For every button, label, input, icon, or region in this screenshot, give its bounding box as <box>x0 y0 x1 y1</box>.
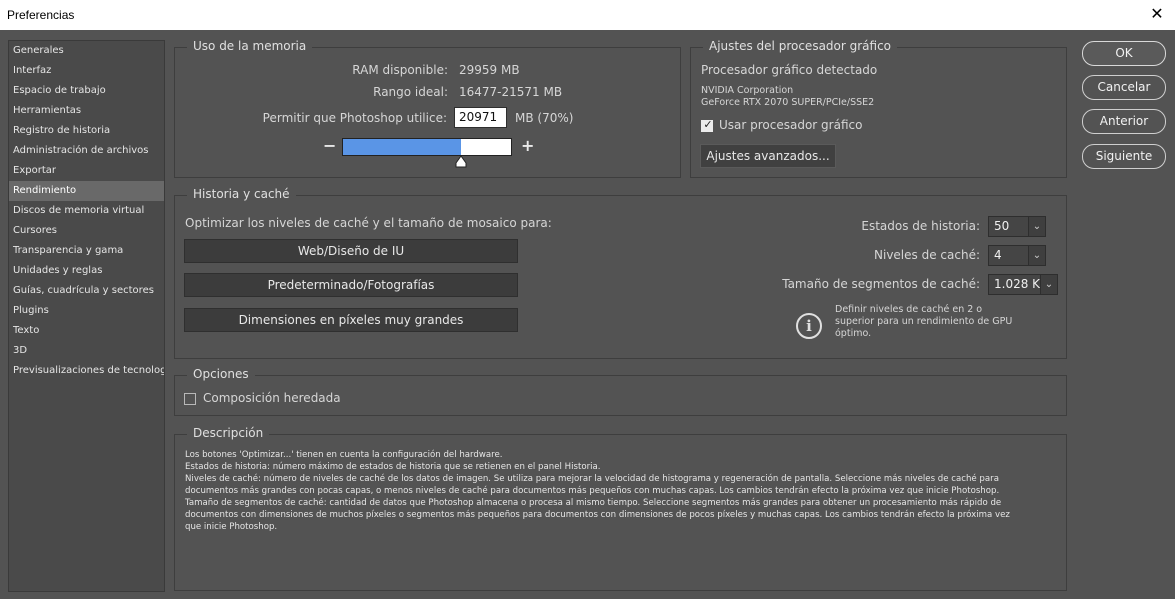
sidebar-item[interactable]: Administración de archivos <box>9 141 164 161</box>
sidebar-item[interactable]: Registro de historia <box>9 121 164 141</box>
optimize-web-ui-button[interactable]: Web/Diseño de IU <box>184 239 518 263</box>
info-icon: i <box>796 313 822 339</box>
gpu-detected-label: Procesador gráfico detectado <box>701 63 878 77</box>
sidebar-item[interactable]: Previsualizaciones de tecnología <box>9 361 164 381</box>
description-line: documentos más grandes con pocas capas, … <box>185 486 1000 496</box>
description-group: Descripción Los botones 'Optimizar...' t… <box>174 426 1067 591</box>
history-states-value: 50 <box>994 219 1010 233</box>
gpu-vendor: NVIDIA Corporation <box>701 85 794 96</box>
next-button[interactable]: Siguiente <box>1082 144 1166 169</box>
memory-usage-group: Uso de la memoria RAM disponible: 29959 … <box>174 39 681 178</box>
ram-available-label: RAM disponible: <box>352 63 448 77</box>
sidebar-item[interactable]: Unidades y reglas <box>9 261 164 281</box>
decrease-memory-button[interactable]: − <box>323 136 336 155</box>
increase-memory-button[interactable]: + <box>521 136 534 155</box>
sidebar-item[interactable]: Discos de memoria virtual <box>9 201 164 221</box>
sidebar-list: Generales Interfaz Espacio de trabajo Herra… <box>9 41 164 381</box>
title-bar: Preferencias ✕ <box>0 0 1175 30</box>
legacy-compositing-checkbox[interactable] <box>184 393 196 405</box>
memory-slider[interactable] <box>342 138 512 156</box>
sidebar-item[interactable]: Cursores <box>9 221 164 241</box>
sidebar-item[interactable]: Generales <box>9 41 164 61</box>
description-line: que inicie Photoshop. <box>185 522 278 532</box>
history-cache-title: Historia y caché <box>187 187 296 201</box>
description-line: Tamaño de segmentos de caché: cantidad d… <box>185 498 1002 508</box>
legacy-compositing-label[interactable]: Composición heredada <box>203 391 341 405</box>
window-title: Preferencias <box>7 8 75 22</box>
history-states-label: Estados de historia: <box>861 219 980 233</box>
sidebar: Generales Interfaz Espacio de trabajo Herra… <box>8 40 165 592</box>
previous-button[interactable]: Anterior <box>1082 109 1166 134</box>
cache-levels-value: 4 <box>994 248 1002 262</box>
check-icon: ✓ <box>703 118 713 131</box>
description-line: Niveles de caché: número de niveles de c… <box>185 474 999 484</box>
cache-levels-label: Niveles de caché: <box>874 248 980 262</box>
cache-levels-select[interactable]: 4 ⌄ <box>988 245 1046 266</box>
ideal-range-label: Rango ideal: <box>373 85 448 99</box>
optimize-label: Optimizar los niveles de caché y el tama… <box>185 216 552 230</box>
sidebar-item[interactable]: Exportar <box>9 161 164 181</box>
cache-tile-size-select[interactable]: 1.028 K ⌄ <box>988 274 1058 295</box>
allow-photoshop-label: Permitir que Photoshop utilice: <box>262 111 447 125</box>
ram-available-value: 29959 MB <box>459 63 520 77</box>
options-title: Opciones <box>187 367 255 381</box>
optimize-default-photos-button[interactable]: Predeterminado/Fotografías <box>184 273 518 297</box>
ok-button[interactable]: OK <box>1082 41 1166 66</box>
info-text-line-3: óptimo. <box>835 328 872 339</box>
sidebar-item[interactable]: Interfaz <box>9 61 164 81</box>
ideal-range-value: 16477-21571 MB <box>459 85 563 99</box>
sidebar-item[interactable]: Rendimiento <box>9 181 164 201</box>
description-line: Estados de historia: número máximo de es… <box>185 462 601 472</box>
sidebar-item[interactable]: Texto <box>9 321 164 341</box>
use-gpu-label[interactable]: Usar procesador gráfico <box>719 118 862 132</box>
info-text-line-1: Definir niveles de caché en 2 o <box>835 304 983 315</box>
chevron-down-icon: ⌄ <box>1028 246 1045 265</box>
sidebar-item[interactable]: Herramientas <box>9 101 164 121</box>
optimize-huge-pixel-button[interactable]: Dimensiones en píxeles muy grandes <box>184 308 518 332</box>
description-line: Los botones 'Optimizar...' tienen en cue… <box>185 450 503 460</box>
sidebar-item[interactable]: 3D <box>9 341 164 361</box>
options-group: Opciones Composición heredada <box>174 367 1067 416</box>
history-states-select[interactable]: 50 ⌄ <box>988 216 1046 237</box>
gpu-settings-title: Ajustes del procesador gráfico <box>703 39 898 53</box>
sidebar-item[interactable]: Guías, cuadrícula y sectores <box>9 281 164 301</box>
cache-tile-size-label: Tamaño de segmentos de caché: <box>782 277 980 291</box>
memory-slider-thumb[interactable] <box>455 155 467 168</box>
sidebar-item[interactable]: Plugins <box>9 301 164 321</box>
info-text-line-2: superior para un rendimiento de GPU <box>835 316 1013 327</box>
chevron-down-icon: ⌄ <box>1028 217 1045 236</box>
history-cache-group: Historia y caché Optimizar los niveles d… <box>174 187 1067 359</box>
memory-slider-fill <box>343 139 461 155</box>
memory-usage-title: Uso de la memoria <box>187 39 313 53</box>
memory-allocation-input[interactable]: 20971 <box>454 107 507 128</box>
gpu-model: GeForce RTX 2070 SUPER/PCIe/SSE2 <box>701 97 875 108</box>
description-title: Descripción <box>187 426 270 440</box>
use-gpu-checkbox[interactable]: ✓ <box>701 118 713 132</box>
description-line: documentos con dimensiones de muchos píx… <box>185 510 1010 520</box>
sidebar-item[interactable]: Espacio de trabajo <box>9 81 164 101</box>
memory-allocation-unit: MB (70%) <box>515 111 574 125</box>
sidebar-item[interactable]: Transparencia y gama <box>9 241 164 261</box>
close-icon[interactable]: ✕ <box>1147 4 1167 24</box>
gpu-settings-group: Ajustes del procesador gráfico Procesado… <box>690 39 1067 178</box>
cache-tile-size-value: 1.028 K <box>994 277 1041 291</box>
chevron-down-icon: ⌄ <box>1040 275 1057 294</box>
advanced-settings-button[interactable]: Ajustes avanzados... <box>700 144 836 168</box>
cancel-button[interactable]: Cancelar <box>1082 75 1166 100</box>
